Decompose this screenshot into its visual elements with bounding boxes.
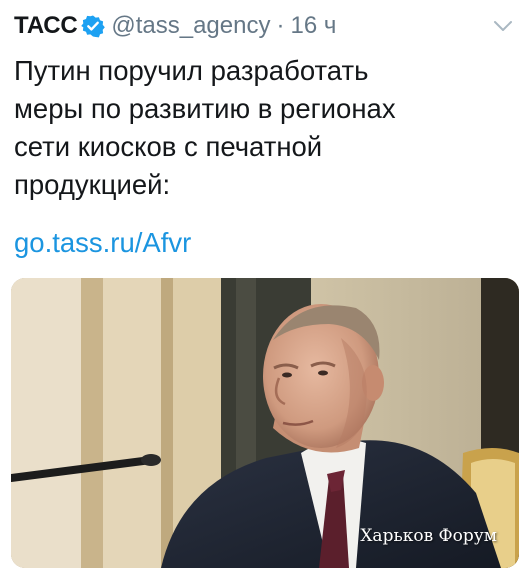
tweet-card: ТАСС @tass_agency · 16 ч Путин поручил р…: [0, 0, 526, 576]
photo-watermark: Харьков Форум: [360, 526, 497, 546]
tweet-text-line: сети киосков с печатной: [14, 131, 323, 162]
tweet-link[interactable]: go.tass.ru/Afvr: [14, 224, 191, 262]
photo-image: [11, 278, 519, 568]
author-handle[interactable]: @tass_agency: [111, 12, 270, 40]
tweet-text: Путин поручил разработать меры по развит…: [14, 52, 514, 204]
author-name[interactable]: ТАСС: [14, 12, 78, 40]
tweet-text-line: меры по развитию в регионах: [14, 93, 396, 124]
tweet-timestamp[interactable]: 16 ч: [290, 12, 336, 40]
tweet-text-line: продукцией:: [14, 169, 171, 200]
header-separator: ·: [276, 12, 285, 39]
chevron-down-icon[interactable]: [492, 18, 514, 34]
tweet-text-line: Путин поручил разработать: [14, 55, 369, 86]
tweet-header: ТАСС @tass_agency · 16 ч: [14, 10, 336, 42]
verified-badge-icon: [81, 14, 106, 38]
tweet-photo[interactable]: Харьков Форум: [11, 278, 519, 568]
